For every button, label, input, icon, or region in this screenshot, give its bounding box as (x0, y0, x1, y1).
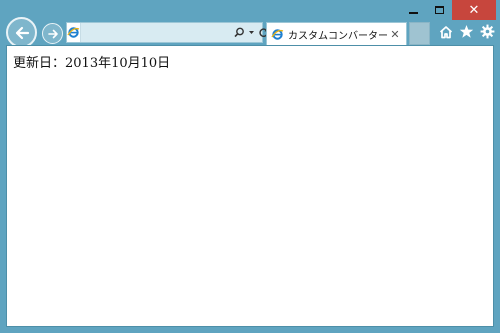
home-button[interactable] (437, 23, 454, 40)
new-tab-button[interactable] (409, 22, 430, 45)
settings-button[interactable] (479, 23, 496, 40)
ie-logo-icon (67, 23, 81, 42)
tab-title: カスタムコンバーター (288, 30, 388, 42)
search-icon[interactable] (234, 27, 245, 38)
maximize-button[interactable] (426, 0, 452, 20)
tab-close-icon[interactable]: ✕ (388, 28, 402, 41)
close-window-button[interactable]: ✕ (452, 0, 496, 20)
settings-icon (480, 24, 495, 39)
updated-date-text: 更新日：2013年10月10日 (13, 56, 171, 71)
tab-active[interactable]: カスタムコンバーター ✕ (266, 22, 407, 45)
maximize-icon (434, 6, 444, 14)
favorites-button[interactable] (458, 23, 475, 40)
back-icon (15, 26, 29, 39)
home-icon (439, 25, 452, 38)
dropdown-icon[interactable] (248, 27, 255, 38)
minimize-button[interactable] (400, 0, 426, 20)
page-content: 更新日：2013年10月10日 (6, 45, 494, 327)
favorites-icon (459, 25, 474, 38)
back-button[interactable] (6, 17, 37, 48)
forward-icon (47, 29, 58, 38)
address-bar[interactable] (66, 22, 268, 43)
minimize-icon (408, 12, 418, 14)
address-input[interactable] (81, 23, 234, 42)
command-toolbar (437, 23, 496, 40)
tab-ie-icon (271, 28, 284, 40)
forward-button[interactable] (42, 23, 63, 44)
window-caption-buttons: ✕ (400, 0, 496, 20)
browser-window: ✕ カスタムコンバーター ✕ 更新日：2013年10月10日 (0, 0, 500, 333)
close-icon: ✕ (468, 2, 480, 18)
